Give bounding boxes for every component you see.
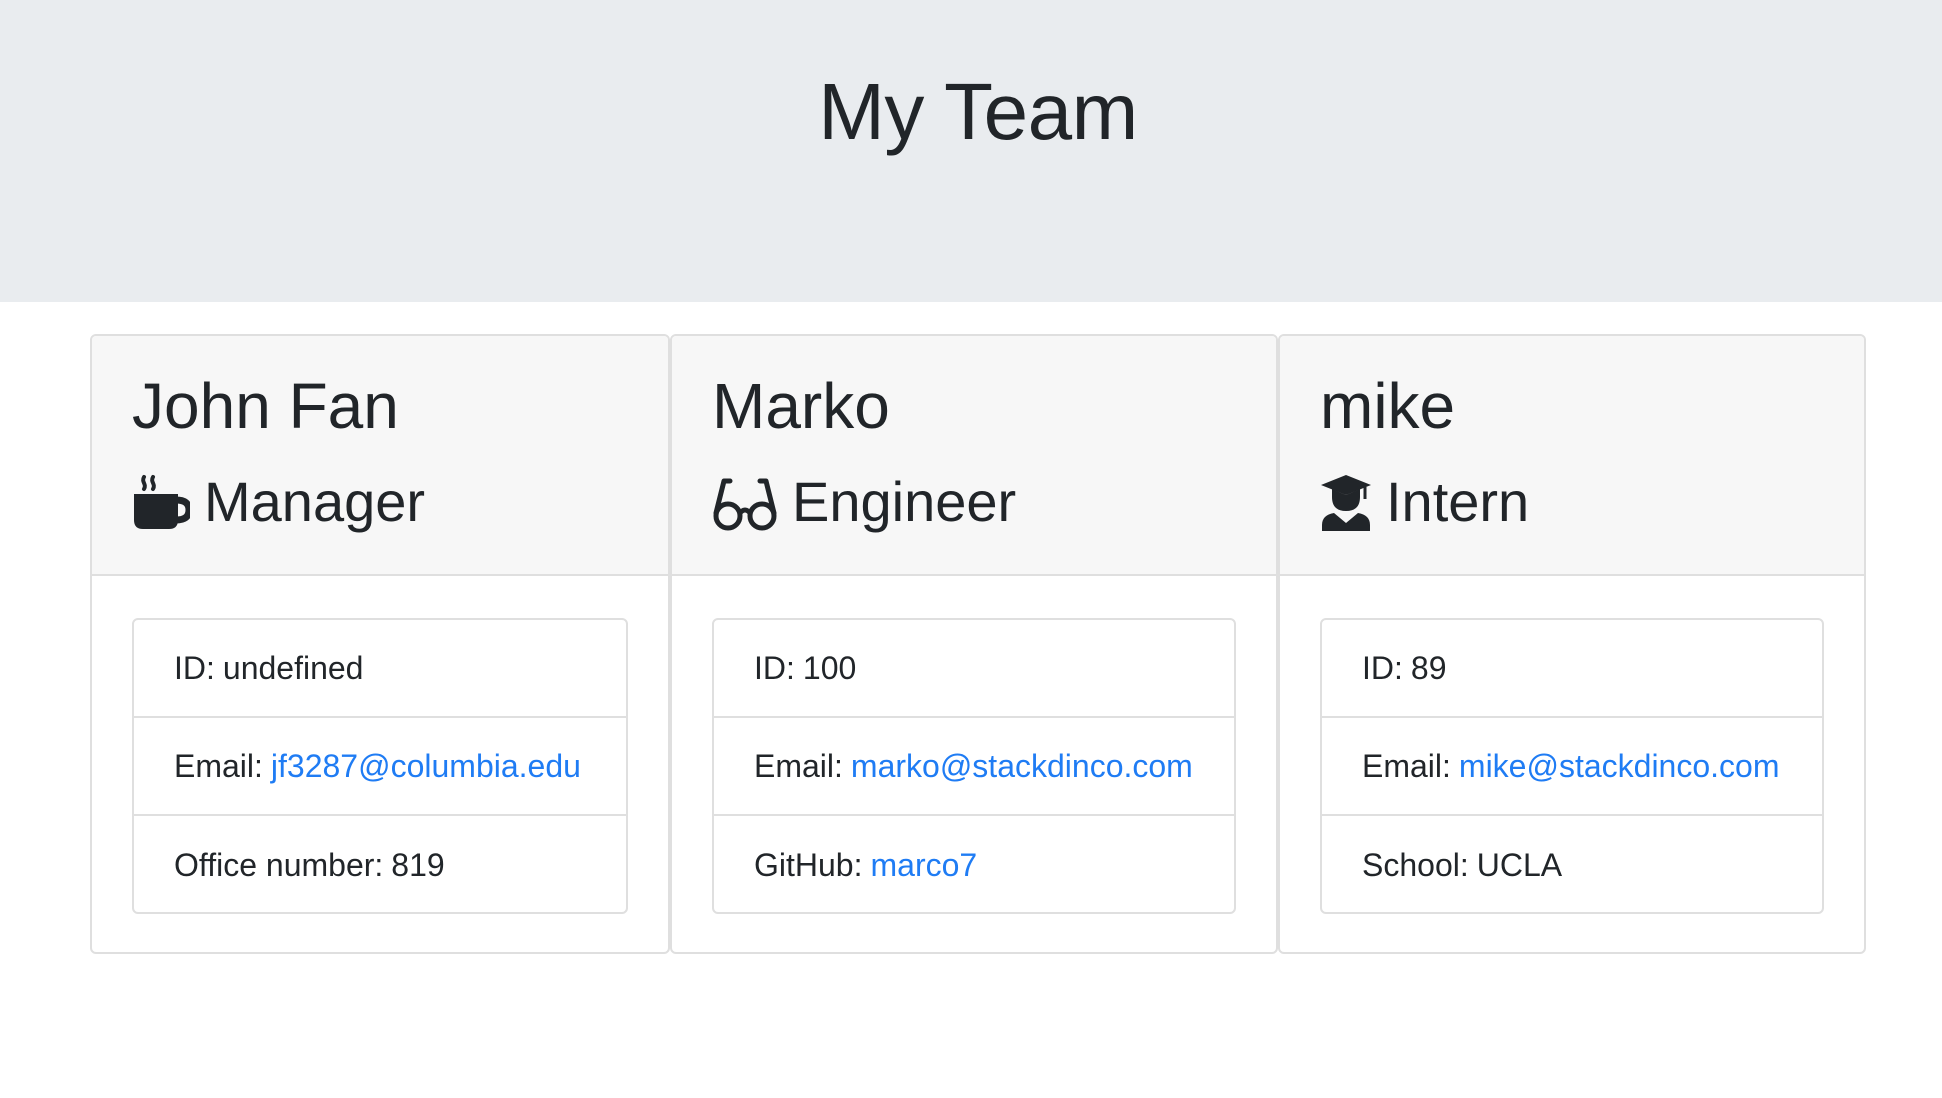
detail-value: 89 (1410, 649, 1447, 686)
list-item-id: ID: 89 (1322, 620, 1822, 718)
card-header: John Fan Manager (92, 336, 668, 576)
page-title: My Team (818, 67, 1138, 156)
list-item-office: Office number: 819 (134, 816, 626, 912)
card-header: mike Intern (1280, 336, 1864, 576)
detail-value: 819 (391, 846, 445, 883)
employee-card-engineer: Marko Engineer ID: 100 Email: marko@stac… (670, 334, 1278, 954)
role-row: Manager (132, 462, 425, 542)
detail-label: Office number: (174, 846, 384, 883)
github-link[interactable]: marco7 (870, 847, 977, 884)
detail-label: ID: (754, 649, 795, 686)
list-item-github: GitHub: marco7 (714, 816, 1234, 912)
detail-label: Email: (754, 747, 843, 784)
list-item-id: ID: 100 (714, 620, 1234, 718)
detail-value: 100 (802, 649, 857, 686)
detail-label: School: (1362, 846, 1469, 883)
graduate-icon (1320, 473, 1372, 531)
employee-name: mike (1320, 370, 1456, 442)
role-row: Intern (1320, 462, 1529, 542)
list-item-email: Email: jf3287@columbia.edu (134, 718, 626, 816)
list-item-email: Email: marko@stackdinco.com (714, 718, 1234, 816)
coffee-mug-icon (132, 473, 193, 531)
detail-label: ID: (174, 649, 215, 686)
employee-card-manager: John Fan Manager ID: undefined Email: jf… (90, 334, 670, 954)
jumbotron-header: My Team (0, 0, 1942, 302)
email-link[interactable]: marko@stackdinco.com (851, 748, 1193, 785)
detail-label: ID: (1362, 649, 1403, 686)
role-row: Engineer (712, 462, 1016, 542)
employee-role: Intern (1386, 470, 1530, 533)
email-link[interactable]: jf3287@columbia.edu (271, 748, 581, 785)
employee-details-list: ID: 100 Email: marko@stackdinco.com GitH… (712, 618, 1236, 914)
employee-name: Marko (712, 370, 890, 442)
detail-label: Email: (174, 747, 263, 784)
employee-details-list: ID: 89 Email: mike@stackdinco.com School… (1320, 618, 1824, 914)
glasses-icon (712, 473, 778, 531)
card-header: Marko Engineer (672, 336, 1276, 576)
list-item-id: ID: undefined (134, 620, 626, 718)
employee-role: Manager (204, 470, 426, 533)
list-item-school: School: UCLA (1322, 816, 1822, 912)
detail-label: GitHub: (754, 846, 863, 883)
employee-name: John Fan (132, 370, 399, 442)
email-link[interactable]: mike@stackdinco.com (1459, 748, 1780, 785)
detail-value: undefined (222, 649, 364, 686)
list-item-email: Email: mike@stackdinco.com (1322, 718, 1822, 816)
detail-label: Email: (1362, 747, 1451, 784)
employee-role: Engineer (792, 470, 1017, 533)
employee-details-list: ID: undefined Email: jf3287@columbia.edu… (132, 618, 628, 914)
employee-card-intern: mike Intern ID: 89 Email: mike@stackdinc… (1278, 334, 1866, 954)
detail-value: UCLA (1476, 846, 1563, 883)
